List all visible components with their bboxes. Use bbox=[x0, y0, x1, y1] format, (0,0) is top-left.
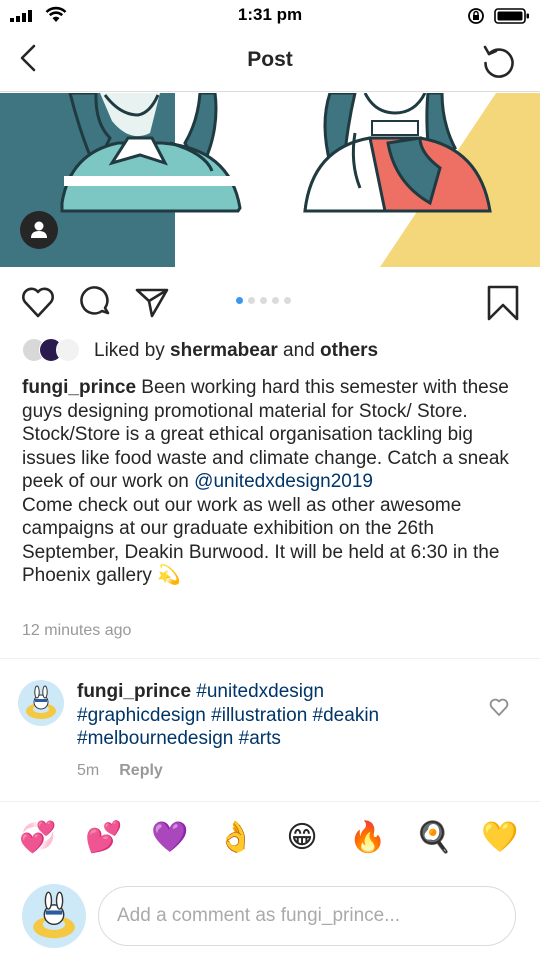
likes-text: Liked by shermabear and others bbox=[94, 340, 378, 362]
emoji-button[interactable]: 💜 bbox=[150, 818, 190, 858]
bunny-avatar-icon bbox=[33, 891, 75, 939]
liker-username[interactable]: shermabear bbox=[170, 340, 278, 361]
bunny-avatar-icon bbox=[26, 685, 56, 719]
avatar[interactable] bbox=[22, 884, 86, 948]
liker-avatars bbox=[22, 338, 86, 364]
emoji-button[interactable]: 🔥 bbox=[348, 818, 388, 858]
rotation-lock-icon bbox=[468, 8, 484, 24]
emoji-button[interactable]: 👌 bbox=[216, 818, 256, 858]
carousel-dot bbox=[284, 297, 291, 304]
hashtag-link[interactable]: #deakin bbox=[313, 705, 380, 726]
refresh-icon[interactable] bbox=[480, 42, 518, 80]
caption-username[interactable]: fungi_prince bbox=[22, 377, 136, 398]
hashtag-link[interactable]: #arts bbox=[239, 728, 281, 749]
caption-text: Come check out our work as well as other… bbox=[22, 494, 500, 587]
comment-username[interactable]: fungi_prince bbox=[77, 681, 191, 702]
post-timestamp: 12 minutes ago bbox=[22, 622, 132, 639]
carousel-indicator bbox=[236, 297, 291, 304]
avatar[interactable] bbox=[18, 680, 64, 726]
post-image[interactable] bbox=[0, 93, 540, 267]
emoji-button[interactable]: 💕 bbox=[84, 818, 124, 858]
status-time: 1:31 pm bbox=[237, 5, 303, 24]
likes-summary[interactable]: Liked by shermabear and others bbox=[22, 336, 522, 366]
heart-icon[interactable] bbox=[20, 284, 56, 320]
comment-body: fungi_prince #unitedxdesign #graphicdesig… bbox=[77, 680, 477, 751]
heart-icon[interactable] bbox=[488, 696, 510, 718]
carousel-dot bbox=[260, 297, 267, 304]
emoji-button[interactable]: 💛 bbox=[480, 818, 520, 858]
dizzy-emoji: 💫 bbox=[157, 564, 181, 586]
hashtag-link[interactable]: #melbournedesign bbox=[77, 728, 233, 749]
tagged-people-button[interactable] bbox=[20, 211, 58, 249]
hashtag-link[interactable]: #graphicdesign bbox=[77, 705, 206, 726]
avatar bbox=[56, 338, 80, 362]
emoji-button[interactable]: 🍳 bbox=[414, 818, 454, 858]
comment-bubble-icon[interactable] bbox=[78, 284, 114, 320]
likes-prefix: Liked by bbox=[94, 340, 171, 361]
share-paper-plane-icon[interactable] bbox=[134, 284, 170, 320]
page-title: Post bbox=[247, 48, 293, 71]
reply-button[interactable]: Reply bbox=[119, 762, 163, 779]
comment-input[interactable] bbox=[98, 886, 516, 946]
caption-mention-link[interactable]: @unitedxdesign2019 bbox=[194, 471, 373, 492]
hashtag-link[interactable]: #unitedxdesign bbox=[196, 681, 324, 702]
comment-meta: 5m Reply bbox=[77, 762, 163, 780]
comment-item: fungi_prince #unitedxdesign #graphicdesig… bbox=[0, 676, 540, 786]
carousel-dot bbox=[272, 297, 279, 304]
post-actions bbox=[0, 280, 540, 324]
likes-others[interactable]: others bbox=[320, 340, 378, 361]
emoji-button[interactable]: 💞 bbox=[18, 818, 58, 858]
status-bar: 1:31 pm bbox=[0, 0, 540, 30]
likes-middle: and bbox=[277, 340, 321, 361]
divider bbox=[0, 658, 540, 659]
carousel-dot bbox=[248, 297, 255, 304]
bookmark-icon[interactable] bbox=[486, 284, 520, 322]
post-caption: fungi_prince Been working hard this seme… bbox=[22, 376, 522, 588]
comment-time: 5m bbox=[77, 762, 100, 779]
hashtag-link[interactable]: #illustration bbox=[211, 705, 307, 726]
battery-icon bbox=[494, 8, 529, 24]
emoji-quick-bar: 💞 💕 💜 👌 😁 🔥 🍳 💛 bbox=[0, 818, 540, 864]
user-icon bbox=[31, 221, 47, 238]
divider bbox=[0, 801, 540, 802]
emoji-button[interactable]: 😁 bbox=[282, 818, 322, 858]
nav-header: Post bbox=[0, 30, 540, 92]
carousel-dot bbox=[236, 297, 243, 304]
